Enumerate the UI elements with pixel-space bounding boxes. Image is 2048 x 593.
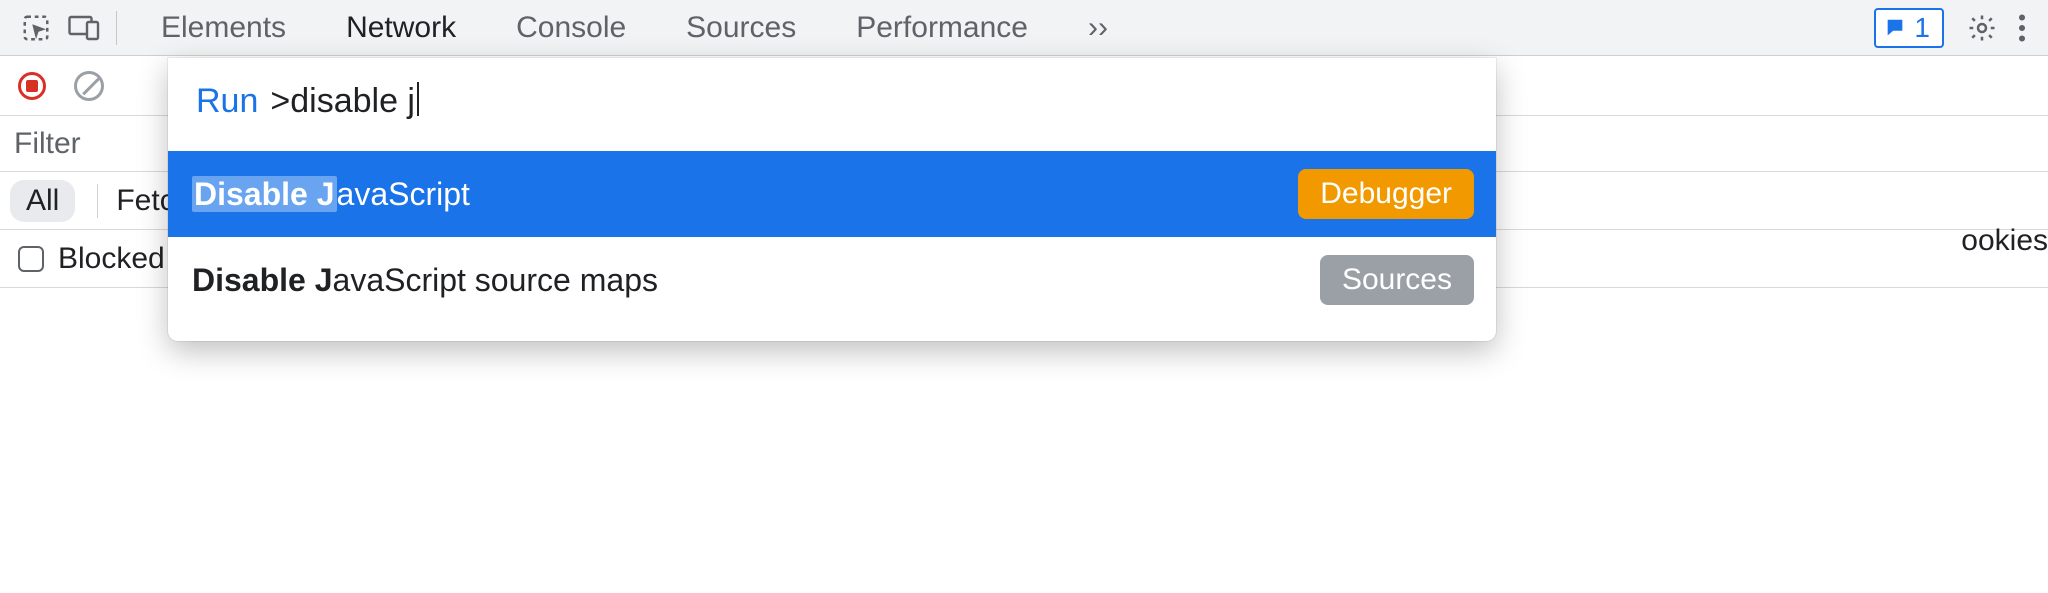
command-input-row[interactable]: Run >disable j — [168, 58, 1496, 151]
device-toolbar-icon[interactable] — [60, 4, 108, 52]
tab-performance[interactable]: Performance — [826, 0, 1058, 56]
kebab-menu-icon[interactable] — [2006, 4, 2038, 52]
cookies-label-fragment: ookies — [1961, 224, 2048, 258]
blocked-label: Blocked — [58, 242, 165, 276]
tab-console[interactable]: Console — [486, 0, 656, 56]
command-palette: Run >disable j Disable JavaScript Debugg… — [168, 58, 1496, 341]
record-button[interactable] — [18, 72, 46, 100]
tab-network[interactable]: Network — [316, 0, 486, 56]
filter-input[interactable]: Filter — [14, 127, 81, 161]
result-badge: Sources — [1320, 255, 1474, 305]
command-prefix: > — [270, 82, 290, 120]
issues-icon — [1884, 17, 1906, 39]
command-typed-text: disable j — [290, 82, 415, 120]
tab-sources[interactable]: Sources — [656, 0, 826, 56]
run-label: Run — [196, 82, 258, 121]
settings-icon[interactable] — [1958, 4, 2006, 52]
clear-button[interactable] — [74, 71, 104, 101]
devtools-tabbar: Elements Network Console Sources Perform… — [0, 0, 2048, 56]
text-caret — [417, 82, 419, 116]
tabs-overflow[interactable]: ›› — [1058, 0, 1138, 56]
result-title: Disable JavaScript — [192, 176, 470, 213]
divider — [97, 184, 98, 218]
result-title: Disable JavaScript source maps — [192, 262, 658, 299]
blocked-checkbox[interactable] — [18, 246, 44, 272]
inspect-element-icon[interactable] — [12, 4, 60, 52]
result-badge: Debugger — [1298, 169, 1474, 219]
type-all[interactable]: All — [10, 180, 75, 222]
command-result-1[interactable]: Disable JavaScript source maps Sources — [168, 237, 1496, 323]
divider — [116, 11, 117, 45]
issues-chip[interactable]: 1 — [1874, 8, 1944, 48]
issues-count: 1 — [1914, 12, 1930, 44]
command-result-0[interactable]: Disable JavaScript Debugger — [168, 151, 1496, 237]
tab-elements[interactable]: Elements — [131, 0, 316, 56]
